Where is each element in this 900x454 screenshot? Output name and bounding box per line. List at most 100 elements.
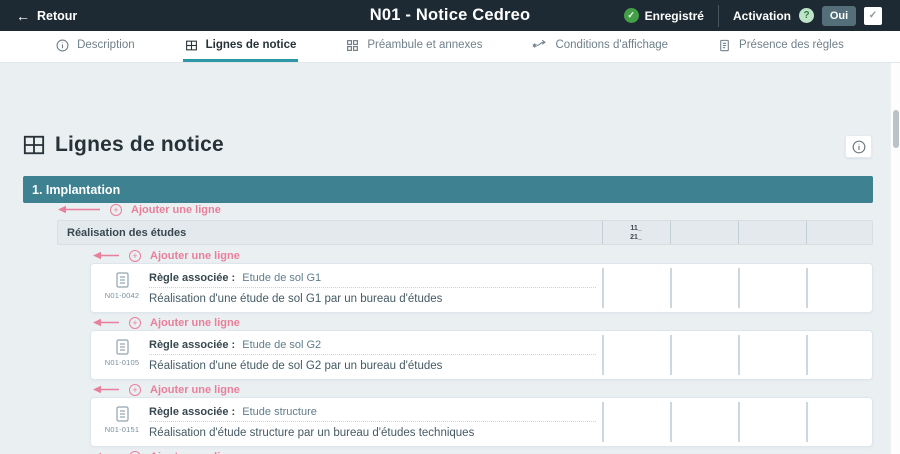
condition-flow-icon — [532, 39, 547, 52]
top-bar: ← Retour N01 - Notice Cedreo ✓ Enregistr… — [0, 0, 900, 31]
scrollbar-track — [890, 63, 900, 454]
column-value-1: 11_ — [630, 225, 641, 232]
notice-form-icon — [116, 406, 129, 422]
add-line-link[interactable]: Ajouter une ligne — [131, 204, 221, 216]
notice-line-card[interactable]: N01-0105 Règle associée : Etude de sol G… — [90, 330, 873, 380]
activation-value-button[interactable]: Oui — [822, 6, 856, 26]
add-line-row: + Ajouter une ligne — [92, 450, 240, 454]
subsection-header[interactable]: Réalisation des études 11_ 21_ — [57, 220, 873, 245]
column-divider — [738, 221, 739, 244]
main-content: Lignes de notice 1. Implantation + Ajout… — [0, 63, 900, 454]
activation-help-icon[interactable]: ? — [799, 8, 814, 23]
dotted-separator — [149, 354, 596, 355]
notice-line-id: N01-0151 — [99, 425, 145, 434]
top-bar-actions: ✓ Enregistré Activation ? Oui ✓ — [624, 5, 882, 27]
header-divider — [718, 5, 719, 27]
rule-row: Règle associée : Etude de sol G2 — [149, 339, 321, 351]
column-divider — [806, 402, 808, 442]
dotted-separator — [149, 287, 596, 288]
notice-line-description: Réalisation d'une étude de sol G1 par un… — [149, 293, 442, 305]
tab-lignes-de-notice[interactable]: Lignes de notice — [183, 31, 299, 62]
tab-conditions-affichage[interactable]: Conditions d'affichage — [530, 31, 670, 62]
column-divider — [670, 221, 671, 244]
add-line-row: + Ajouter une ligne — [92, 249, 240, 262]
tab-presence-des-regles[interactable]: Présence des règles — [716, 31, 846, 62]
notice-line-card[interactable]: N01-0042 Règle associée : Etude de sol G… — [90, 263, 873, 313]
tab-label: Préambule et annexes — [367, 39, 482, 51]
activation-label: Activation — [733, 9, 791, 23]
add-line-link[interactable]: Ajouter une ligne — [150, 384, 240, 396]
column-divider — [670, 268, 672, 308]
add-line-row: + Ajouter une ligne — [92, 383, 240, 396]
column-divider — [670, 335, 672, 375]
column-divider — [806, 335, 808, 375]
add-line-row: + Ajouter une ligne — [57, 203, 221, 216]
plus-circle-icon[interactable]: + — [129, 384, 141, 396]
plus-circle-icon[interactable]: + — [129, 317, 141, 329]
column-divider — [602, 402, 604, 442]
add-line-link[interactable]: Ajouter une ligne — [150, 250, 240, 262]
document-icon — [718, 39, 731, 52]
plus-circle-icon[interactable]: + — [129, 451, 141, 454]
add-line-link[interactable]: Ajouter une ligne — [150, 317, 240, 329]
column-divider — [602, 221, 603, 244]
left-arrow-icon — [57, 205, 101, 214]
app-window: ← Retour N01 - Notice Cedreo ✓ Enregistr… — [0, 0, 900, 454]
add-line-link[interactable]: Ajouter une ligne — [150, 451, 240, 454]
notice-line-description: Réalisation d'une étude de sol G2 par un… — [149, 360, 442, 372]
rule-value: Etude de sol G2 — [242, 339, 321, 351]
notice-line-idblock: N01-0105 — [99, 339, 145, 367]
rule-value: Etude de sol G1 — [242, 272, 321, 284]
page-title: Lignes de notice — [22, 133, 224, 157]
notice-line-idblock: N01-0042 — [99, 272, 145, 300]
column-divider — [602, 268, 604, 308]
scrollbar-thumb[interactable] — [893, 110, 899, 148]
save-status: ✓ Enregistré — [624, 8, 704, 23]
tab-label: Lignes de notice — [206, 39, 297, 51]
notice-form-icon — [116, 339, 129, 355]
info-button[interactable] — [845, 135, 872, 158]
notice-line-card[interactable]: N01-0151 Règle associée : Etude structur… — [90, 397, 873, 447]
notice-line-id: N01-0042 — [99, 291, 145, 300]
rule-value: Etude structure — [242, 406, 317, 418]
column-divider — [806, 221, 807, 244]
info-icon — [56, 39, 69, 52]
info-icon — [852, 140, 866, 154]
column-values: 11_ 21_ — [610, 224, 662, 242]
notice-line-idblock: N01-0151 — [99, 406, 145, 434]
column-divider — [738, 268, 740, 308]
saved-label: Enregistré — [645, 9, 704, 23]
rule-row: Règle associée : Etude structure — [149, 406, 317, 418]
rule-label: Règle associée : — [149, 339, 235, 351]
section-header-implantation[interactable]: 1. Implantation — [23, 176, 873, 203]
tab-bar: Description Lignes de notice Préambule e… — [0, 31, 900, 63]
plus-circle-icon[interactable]: + — [129, 250, 141, 262]
notice-line-description: Réalisation d'étude structure par un bur… — [149, 427, 474, 439]
table-icon — [185, 39, 198, 52]
rule-label: Règle associée : — [149, 406, 235, 418]
rule-row: Règle associée : Etude de sol G1 — [149, 272, 321, 284]
dotted-separator — [149, 421, 596, 422]
tab-label: Description — [77, 39, 135, 51]
tab-label: Présence des règles — [739, 39, 844, 51]
add-line-row: + Ajouter une ligne — [92, 316, 240, 329]
column-divider — [602, 335, 604, 375]
section-title: 1. Implantation — [32, 183, 120, 197]
tab-label: Conditions d'affichage — [555, 39, 668, 51]
column-divider — [670, 402, 672, 442]
column-divider — [806, 268, 808, 308]
tab-description[interactable]: Description — [54, 31, 137, 62]
saved-check-icon: ✓ — [624, 8, 639, 23]
column-value-2: 21_ — [630, 234, 642, 241]
left-arrow-icon — [92, 385, 120, 394]
left-arrow-icon — [92, 251, 120, 260]
left-arrow-icon — [92, 318, 120, 327]
table-icon-large — [22, 134, 46, 156]
tab-preambule-et-annexes[interactable]: Préambule et annexes — [344, 31, 484, 62]
rule-label: Règle associée : — [149, 272, 235, 284]
plus-circle-icon[interactable]: + — [110, 204, 122, 216]
column-divider — [738, 402, 740, 442]
activation-checkbox[interactable]: ✓ — [864, 7, 882, 25]
grid-icon — [346, 39, 359, 52]
notice-line-id: N01-0105 — [99, 358, 145, 367]
